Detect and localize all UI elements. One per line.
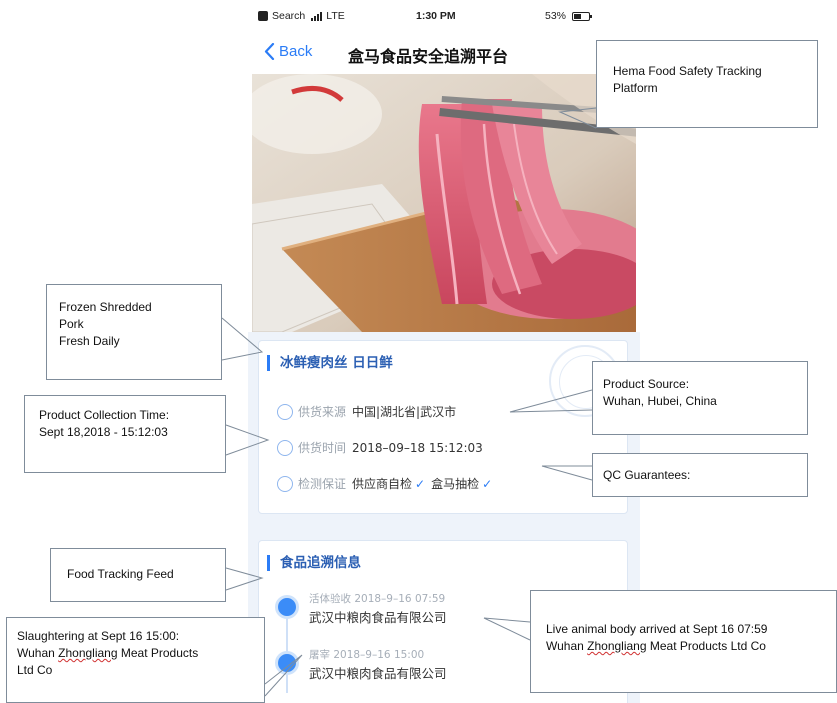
annotation-text: QC Guarantees:: [603, 468, 691, 482]
status-right: 53%: [545, 10, 593, 22]
nav-bar: Back 盒马食品安全追溯平台: [248, 34, 640, 74]
timeline-company: 武汉中粮肉食品有限公司: [309, 666, 447, 681]
annotation-collection-time: Product Collection Time: Sept 18,2018 - …: [24, 395, 226, 473]
time-label: 供货时间: [298, 441, 347, 455]
clock-icon: [277, 439, 293, 456]
back-label: Back: [279, 43, 313, 60]
back-button[interactable]: Back: [264, 43, 312, 60]
check-circle-icon: [275, 595, 299, 619]
annotation-tracking-feed: Food Tracking Feed: [50, 548, 226, 602]
location-pin-icon: [277, 403, 293, 420]
battery-percent: 53%: [545, 10, 567, 22]
qc-supplier-check: 供应商自检: [352, 477, 413, 491]
annotation-live-animal: Live animal body arrived at Sept 16 07:5…: [530, 590, 837, 693]
info-row-qc: 检测保证 供应商自检 ✓ 盒马抽检 ✓: [277, 475, 498, 492]
annotation-text: Meat Products Ltd Co: [646, 639, 766, 653]
annotation-text: Product Collection Time: Sept 18,2018 - …: [39, 408, 170, 439]
chevron-left-icon: [264, 43, 275, 60]
annotation-qc-guarantees: QC Guarantees:: [592, 453, 808, 497]
product-info-card: 冰鲜瘦肉丝 日日鲜 供货来源 中国|湖北省|武汉市 供货时间 2018–09–1…: [258, 340, 628, 514]
battery-icon: [572, 11, 593, 21]
checkmark-icon: ✓: [415, 476, 426, 491]
back-app-label[interactable]: Search: [272, 10, 305, 22]
info-row-source: 供货来源 中国|湖北省|武汉市: [277, 403, 456, 420]
qc-label: 检测保证: [298, 477, 347, 491]
status-left: Search LTE: [258, 10, 345, 22]
time-value: 2018–09–18 15:12:03: [352, 440, 483, 455]
source-label: 供货来源: [298, 405, 347, 419]
status-bar: Search LTE 1:30 PM 53%: [248, 0, 640, 34]
source-value: 中国|湖北省|武汉市: [352, 405, 457, 419]
status-time: 1:30 PM: [416, 10, 456, 22]
tracking-title: 食品追溯信息: [267, 555, 361, 571]
annotation-text: Frozen Shredded Pork Fresh Daily: [59, 300, 152, 348]
product-photo: [252, 74, 636, 332]
timeline-meta: 活体验收 2018–9–16 07:59: [309, 593, 446, 605]
annotation-text: Product Source: Wuhan, Hubei, China: [603, 377, 717, 408]
shield-person-icon: [277, 475, 293, 492]
annotation-product-source: Product Source: Wuhan, Hubei, China: [592, 361, 808, 435]
info-row-time: 供货时间 2018–09–18 15:12:03: [277, 439, 483, 456]
checkmark-icon: ✓: [482, 476, 493, 491]
annotation-spellcheck-word: Zhongliang: [58, 646, 118, 660]
annotation-hema-platform: Hema Food Safety Tracking Platform: [596, 40, 818, 128]
annotation-product-name: Frozen Shredded Pork Fresh Daily: [46, 284, 222, 380]
annotation-text: Food Tracking Feed: [67, 567, 174, 581]
product-name: 冰鲜瘦肉丝 日日鲜: [267, 355, 393, 371]
network-label: LTE: [326, 10, 345, 22]
timeline-company: 武汉中粮肉食品有限公司: [309, 610, 447, 625]
annotation-spellcheck-word: Zhongliang: [587, 639, 647, 653]
annotation-slaughtering: Slaughtering at Sept 16 15:00: Wuhan Zho…: [6, 617, 265, 703]
annotation-text: Hema Food Safety Tracking Platform: [613, 64, 762, 95]
signal-bars-icon: [311, 11, 323, 21]
timeline-meta: 屠宰 2018–9–16 15:00: [309, 649, 425, 661]
knife-icon: [275, 651, 299, 675]
page-title: 盒马食品安全追溯平台: [348, 47, 509, 66]
shredded-pork-image: [252, 74, 636, 332]
qc-hema-check: 盒马抽检: [431, 477, 480, 491]
back-app-icon: [258, 11, 268, 21]
